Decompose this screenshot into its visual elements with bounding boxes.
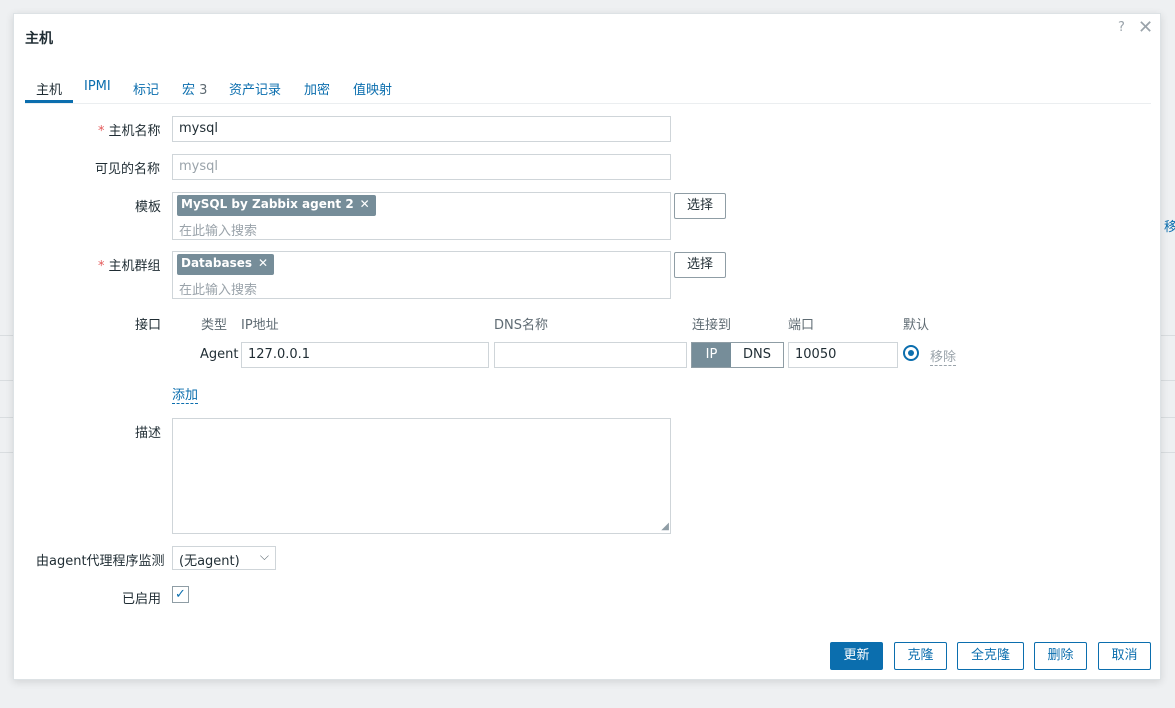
host-groups-select-button[interactable]: 选择 bbox=[674, 252, 726, 278]
tab-encryption[interactable]: 加密 bbox=[304, 79, 330, 104]
tab-inventory[interactable]: 资产记录 bbox=[229, 79, 281, 104]
tab-tags[interactable]: 标记 bbox=[133, 79, 159, 104]
dialog-title: 主机 bbox=[25, 31, 53, 47]
templates-search-placeholder[interactable]: 在此输入搜索 bbox=[179, 220, 257, 239]
default-interface-radio[interactable] bbox=[903, 345, 919, 361]
remove-interface-link[interactable]: 移除 bbox=[930, 346, 957, 366]
col-type: 类型 bbox=[201, 318, 228, 333]
monitored-by-select[interactable]: (无agent) ⌵ bbox=[172, 546, 276, 570]
bg-text-fragment: 移 bbox=[1164, 220, 1175, 235]
tab-bar: 主机 IPMI 标记 宏 3 资产记录 加密 值映射 bbox=[25, 76, 1151, 104]
connect-ip-button[interactable]: IP bbox=[692, 343, 731, 367]
enabled-label: 已启用 bbox=[122, 592, 162, 607]
templates-label: 模板 bbox=[135, 200, 162, 215]
host-groups-multiselect[interactable]: Databases ✕ 在此输入搜索 bbox=[172, 251, 671, 299]
col-ip: IP地址 bbox=[241, 318, 279, 333]
help-icon[interactable]: ? bbox=[1118, 20, 1125, 35]
tab-macros-count: 3 bbox=[199, 83, 208, 98]
interface-type: Agent bbox=[200, 347, 239, 362]
interfaces-label: 接口 bbox=[135, 318, 162, 333]
chip-remove-icon[interactable]: ✕ bbox=[360, 197, 370, 211]
host-name-input[interactable]: mysql bbox=[172, 116, 671, 142]
description-label: 描述 bbox=[135, 426, 162, 441]
checkmark-icon: ✓ bbox=[175, 587, 186, 602]
delete-button[interactable]: 删除 bbox=[1034, 642, 1087, 670]
visible-name-input[interactable]: mysql bbox=[172, 154, 671, 180]
full-clone-button[interactable]: 全克隆 bbox=[957, 642, 1024, 670]
col-connect: 连接到 bbox=[692, 318, 732, 333]
templates-multiselect[interactable]: MySQL by Zabbix agent 2 ✕ 在此输入搜索 bbox=[172, 192, 671, 240]
host-dialog: 主机 ? ✕ 主机 IPMI 标记 宏 3 资产记录 加密 值映射 * 主机名称 … bbox=[13, 13, 1161, 680]
cancel-button[interactable]: 取消 bbox=[1098, 642, 1151, 670]
col-default: 默认 bbox=[903, 318, 930, 333]
close-icon[interactable]: ✕ bbox=[1138, 17, 1153, 38]
template-chip: MySQL by Zabbix agent 2 ✕ bbox=[177, 195, 376, 216]
visible-name-label: 可见的名称 bbox=[95, 162, 161, 177]
port-input[interactable]: 10050 bbox=[788, 342, 898, 368]
connect-to-toggle: IP DNS bbox=[691, 342, 784, 368]
resize-handle-icon[interactable]: ◢ bbox=[661, 522, 669, 532]
description-textarea[interactable]: ◢ bbox=[172, 418, 671, 534]
clone-button[interactable]: 克隆 bbox=[894, 642, 947, 670]
col-dns: DNS名称 bbox=[494, 318, 548, 333]
connect-dns-button[interactable]: DNS bbox=[731, 343, 783, 367]
tab-macros[interactable]: 宏 3 bbox=[182, 79, 207, 104]
host-groups-label: * 主机群组 bbox=[98, 259, 161, 274]
chevron-down-icon: ⌵ bbox=[259, 549, 269, 563]
tab-value-mapping[interactable]: 值映射 bbox=[353, 79, 392, 104]
chip-remove-icon[interactable]: ✕ bbox=[258, 256, 268, 270]
monitored-by-selected: (无agent) bbox=[179, 554, 240, 569]
active-tab-indicator bbox=[25, 100, 73, 103]
col-port: 端口 bbox=[788, 318, 815, 333]
add-interface-link[interactable]: 添加 bbox=[172, 384, 199, 404]
dns-name-input[interactable] bbox=[494, 342, 687, 368]
templates-select-button[interactable]: 选择 bbox=[674, 193, 726, 219]
monitored-by-label: 由agent代理程序监测 bbox=[36, 554, 165, 569]
host-name-label: * 主机名称 bbox=[98, 124, 161, 139]
update-button[interactable]: 更新 bbox=[830, 642, 883, 670]
host-group-chip: Databases ✕ bbox=[177, 254, 275, 275]
host-groups-search-placeholder[interactable]: 在此输入搜索 bbox=[179, 279, 257, 298]
tab-ipmi[interactable]: IPMI bbox=[84, 79, 111, 100]
tab-macros-label: 宏 bbox=[182, 83, 196, 98]
ip-address-input[interactable]: 127.0.0.1 bbox=[241, 342, 489, 368]
enabled-checkbox[interactable]: ✓ bbox=[172, 586, 189, 603]
